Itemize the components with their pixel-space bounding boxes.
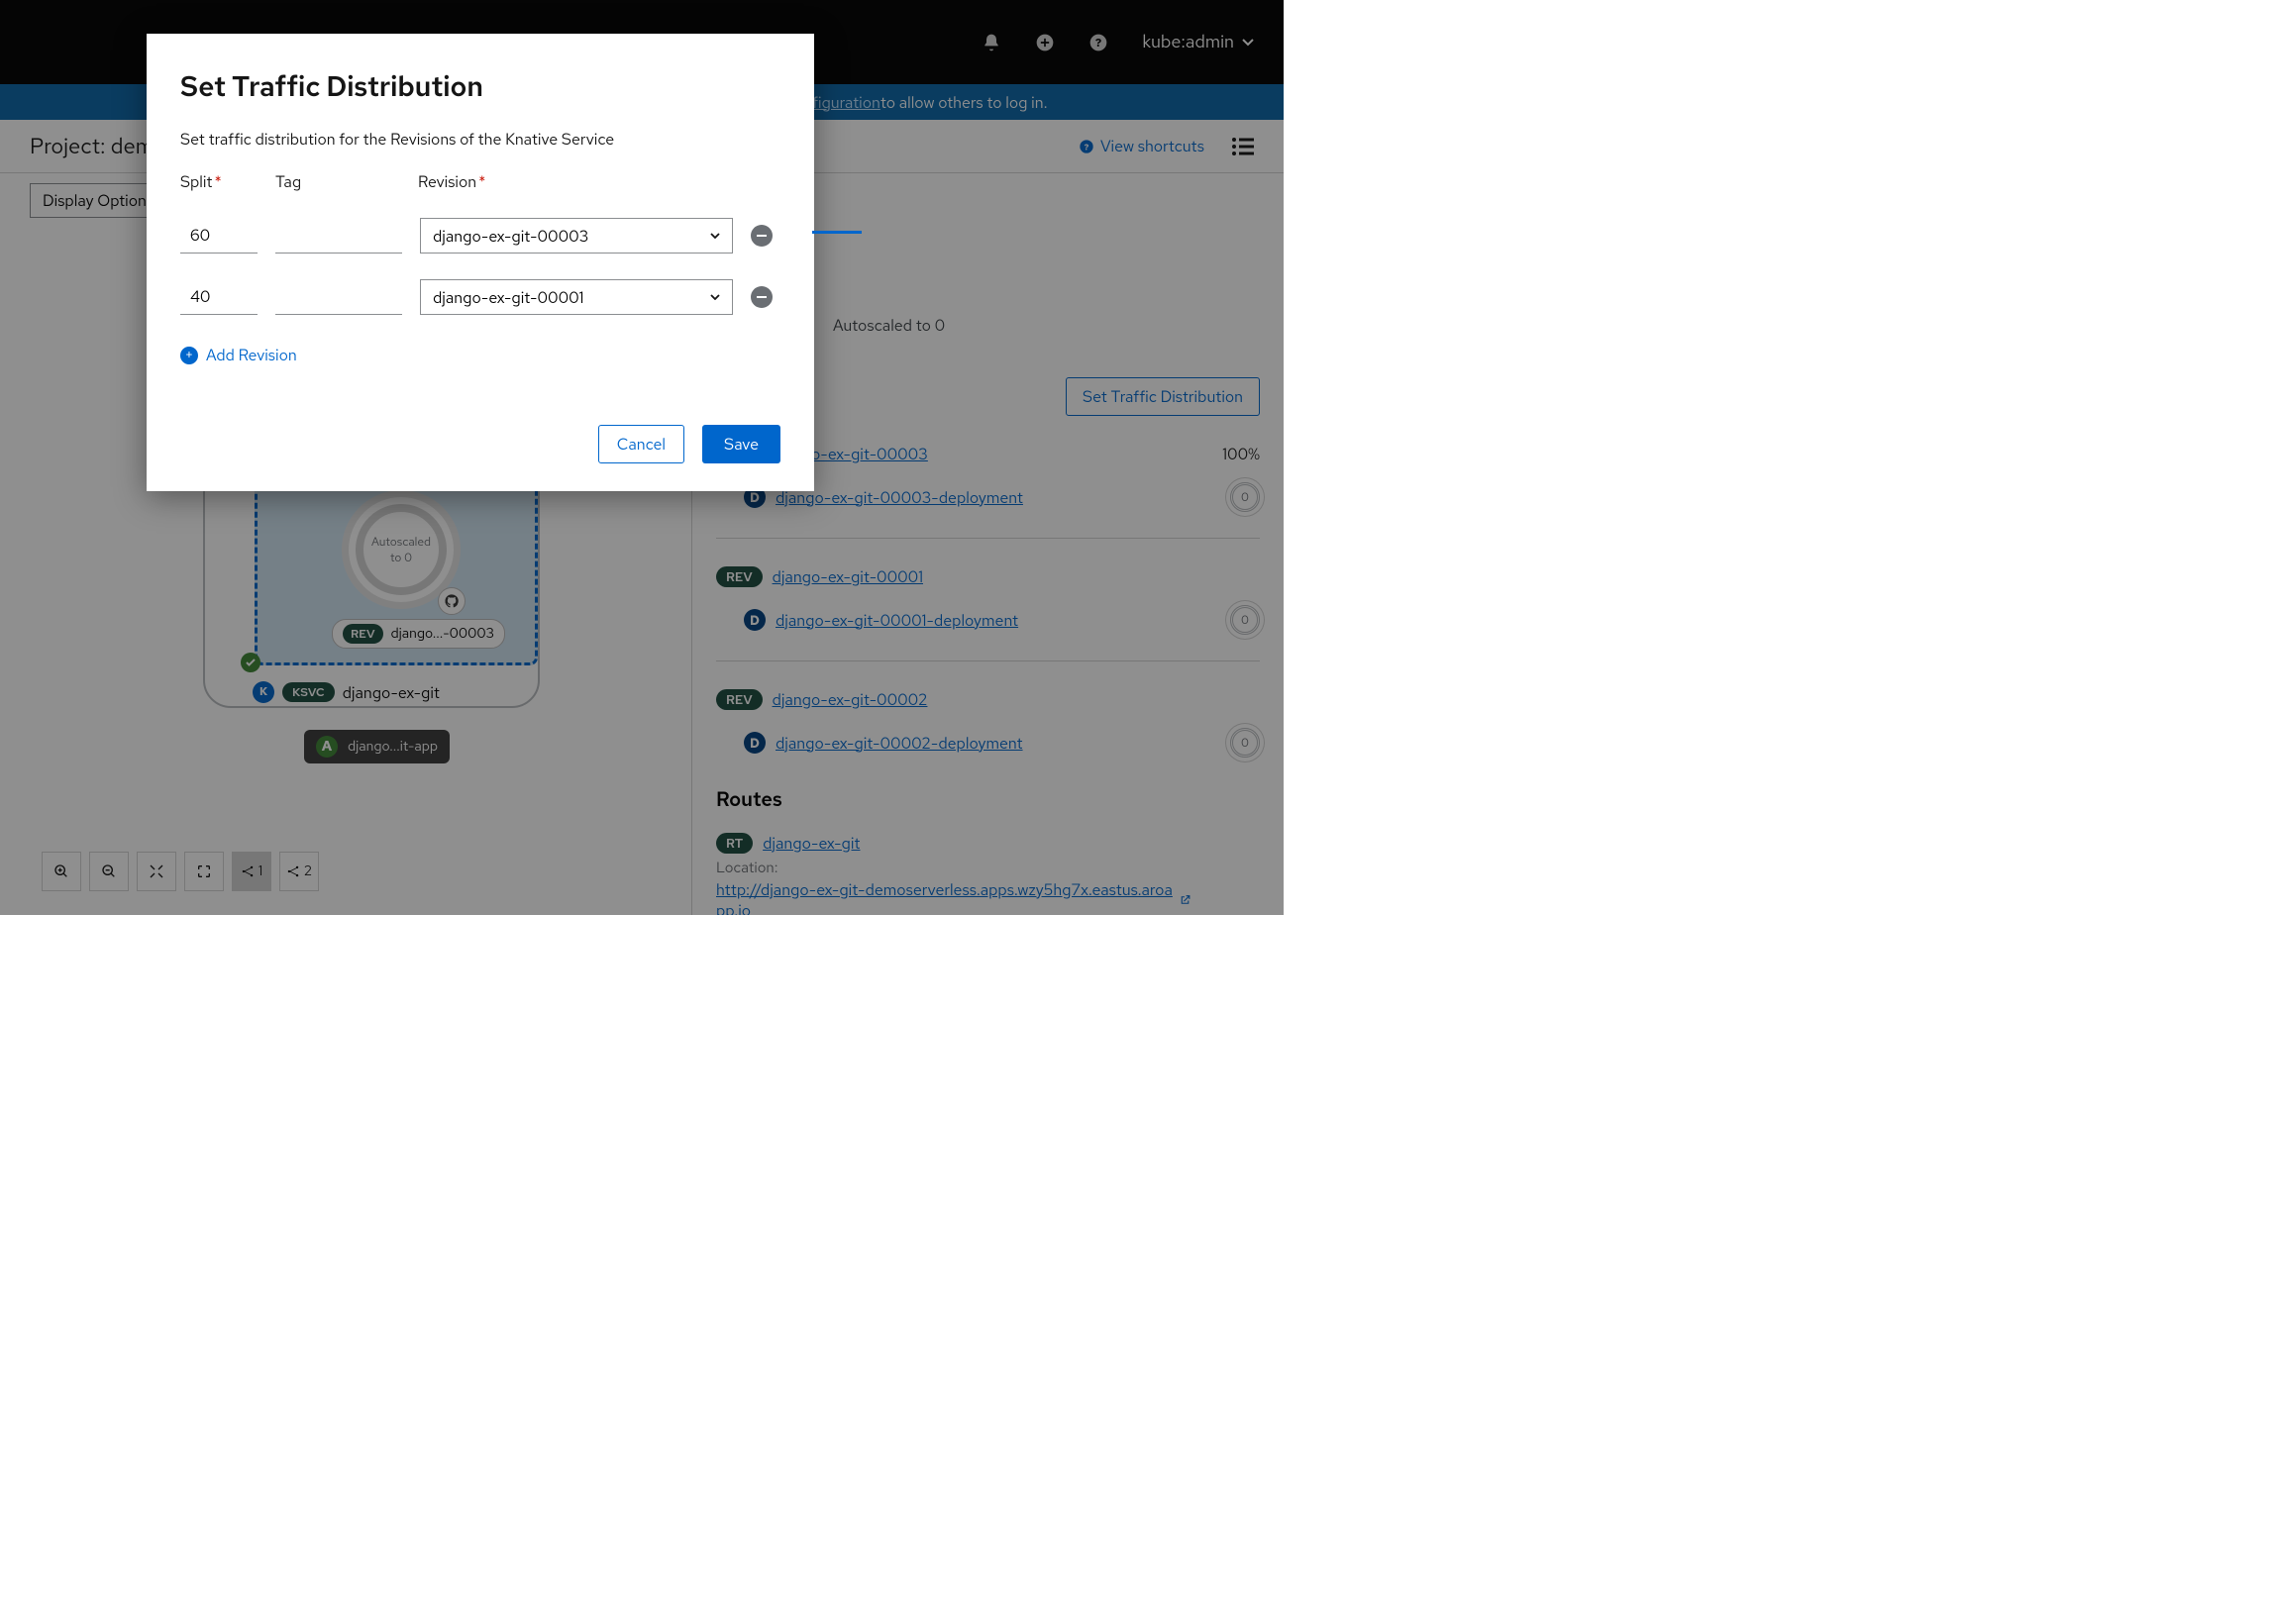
- split-input[interactable]: [180, 218, 258, 254]
- minus-icon: [757, 296, 767, 298]
- modal-description: Set traffic distribution for the Revisio…: [180, 129, 780, 150]
- tag-label: Tag: [275, 171, 418, 192]
- revision-label: Revision*: [418, 171, 731, 192]
- traffic-row: django-ex-git-00003: [180, 218, 780, 254]
- plus-circle-icon: +: [180, 347, 198, 364]
- tag-input[interactable]: [275, 279, 402, 315]
- save-button[interactable]: Save: [702, 425, 780, 463]
- revision-select-value: django-ex-git-00001: [433, 287, 583, 308]
- revision-select-value: django-ex-git-00003: [433, 226, 588, 247]
- split-label: Split*: [180, 171, 275, 192]
- caret-down-icon: [710, 294, 720, 300]
- revision-select[interactable]: django-ex-git-00001: [420, 279, 733, 315]
- add-revision-button[interactable]: + Add Revision: [180, 345, 780, 365]
- tag-input[interactable]: [275, 218, 402, 254]
- remove-row-button[interactable]: [751, 225, 773, 247]
- add-revision-label: Add Revision: [206, 345, 297, 365]
- caret-down-icon: [710, 233, 720, 239]
- minus-icon: [757, 235, 767, 237]
- cancel-button[interactable]: Cancel: [598, 425, 684, 463]
- active-tab-indicator: [812, 231, 862, 234]
- set-traffic-distribution-modal: Set Traffic Distribution Set traffic dis…: [147, 34, 814, 491]
- revision-select[interactable]: django-ex-git-00003: [420, 218, 733, 254]
- traffic-row: django-ex-git-00001: [180, 279, 780, 315]
- split-input[interactable]: [180, 279, 258, 315]
- remove-row-button[interactable]: [751, 286, 773, 308]
- modal-title: Set Traffic Distribution: [180, 67, 780, 105]
